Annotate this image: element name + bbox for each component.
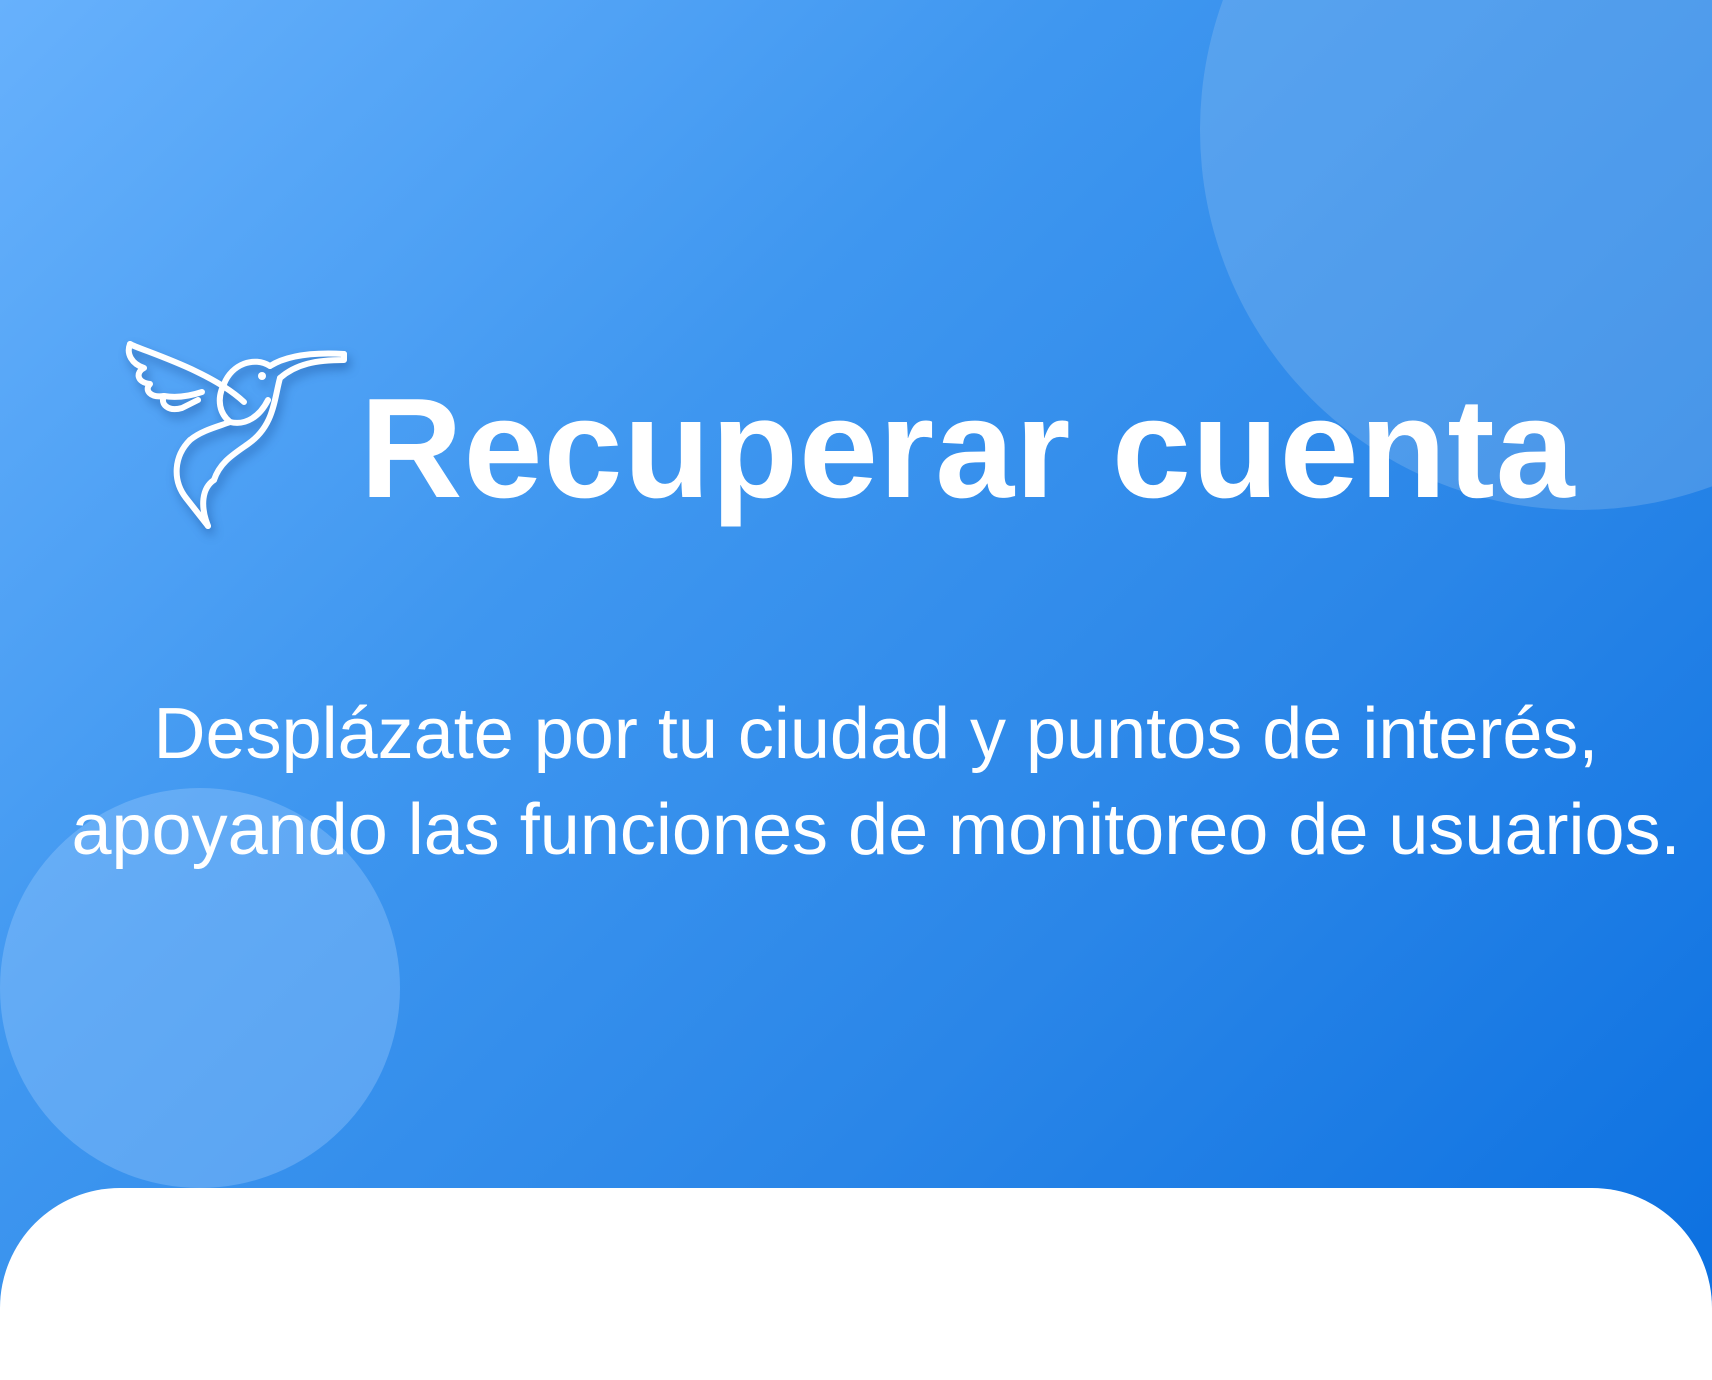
page-description: Desplázate por tu ciudad y puntos de int… [71,694,1681,870]
hummingbird-icon [125,341,347,529]
recover-account-screen: Recuperar cuenta Desplázate por tu ciuda… [0,0,1712,1380]
bottom-sheet [0,1188,1712,1380]
title-row [120,330,360,550]
page-title: Recuperar cuenta [360,369,1576,528]
hero-header: Recuperar cuenta Desplázate por tu ciuda… [0,0,1712,1380]
